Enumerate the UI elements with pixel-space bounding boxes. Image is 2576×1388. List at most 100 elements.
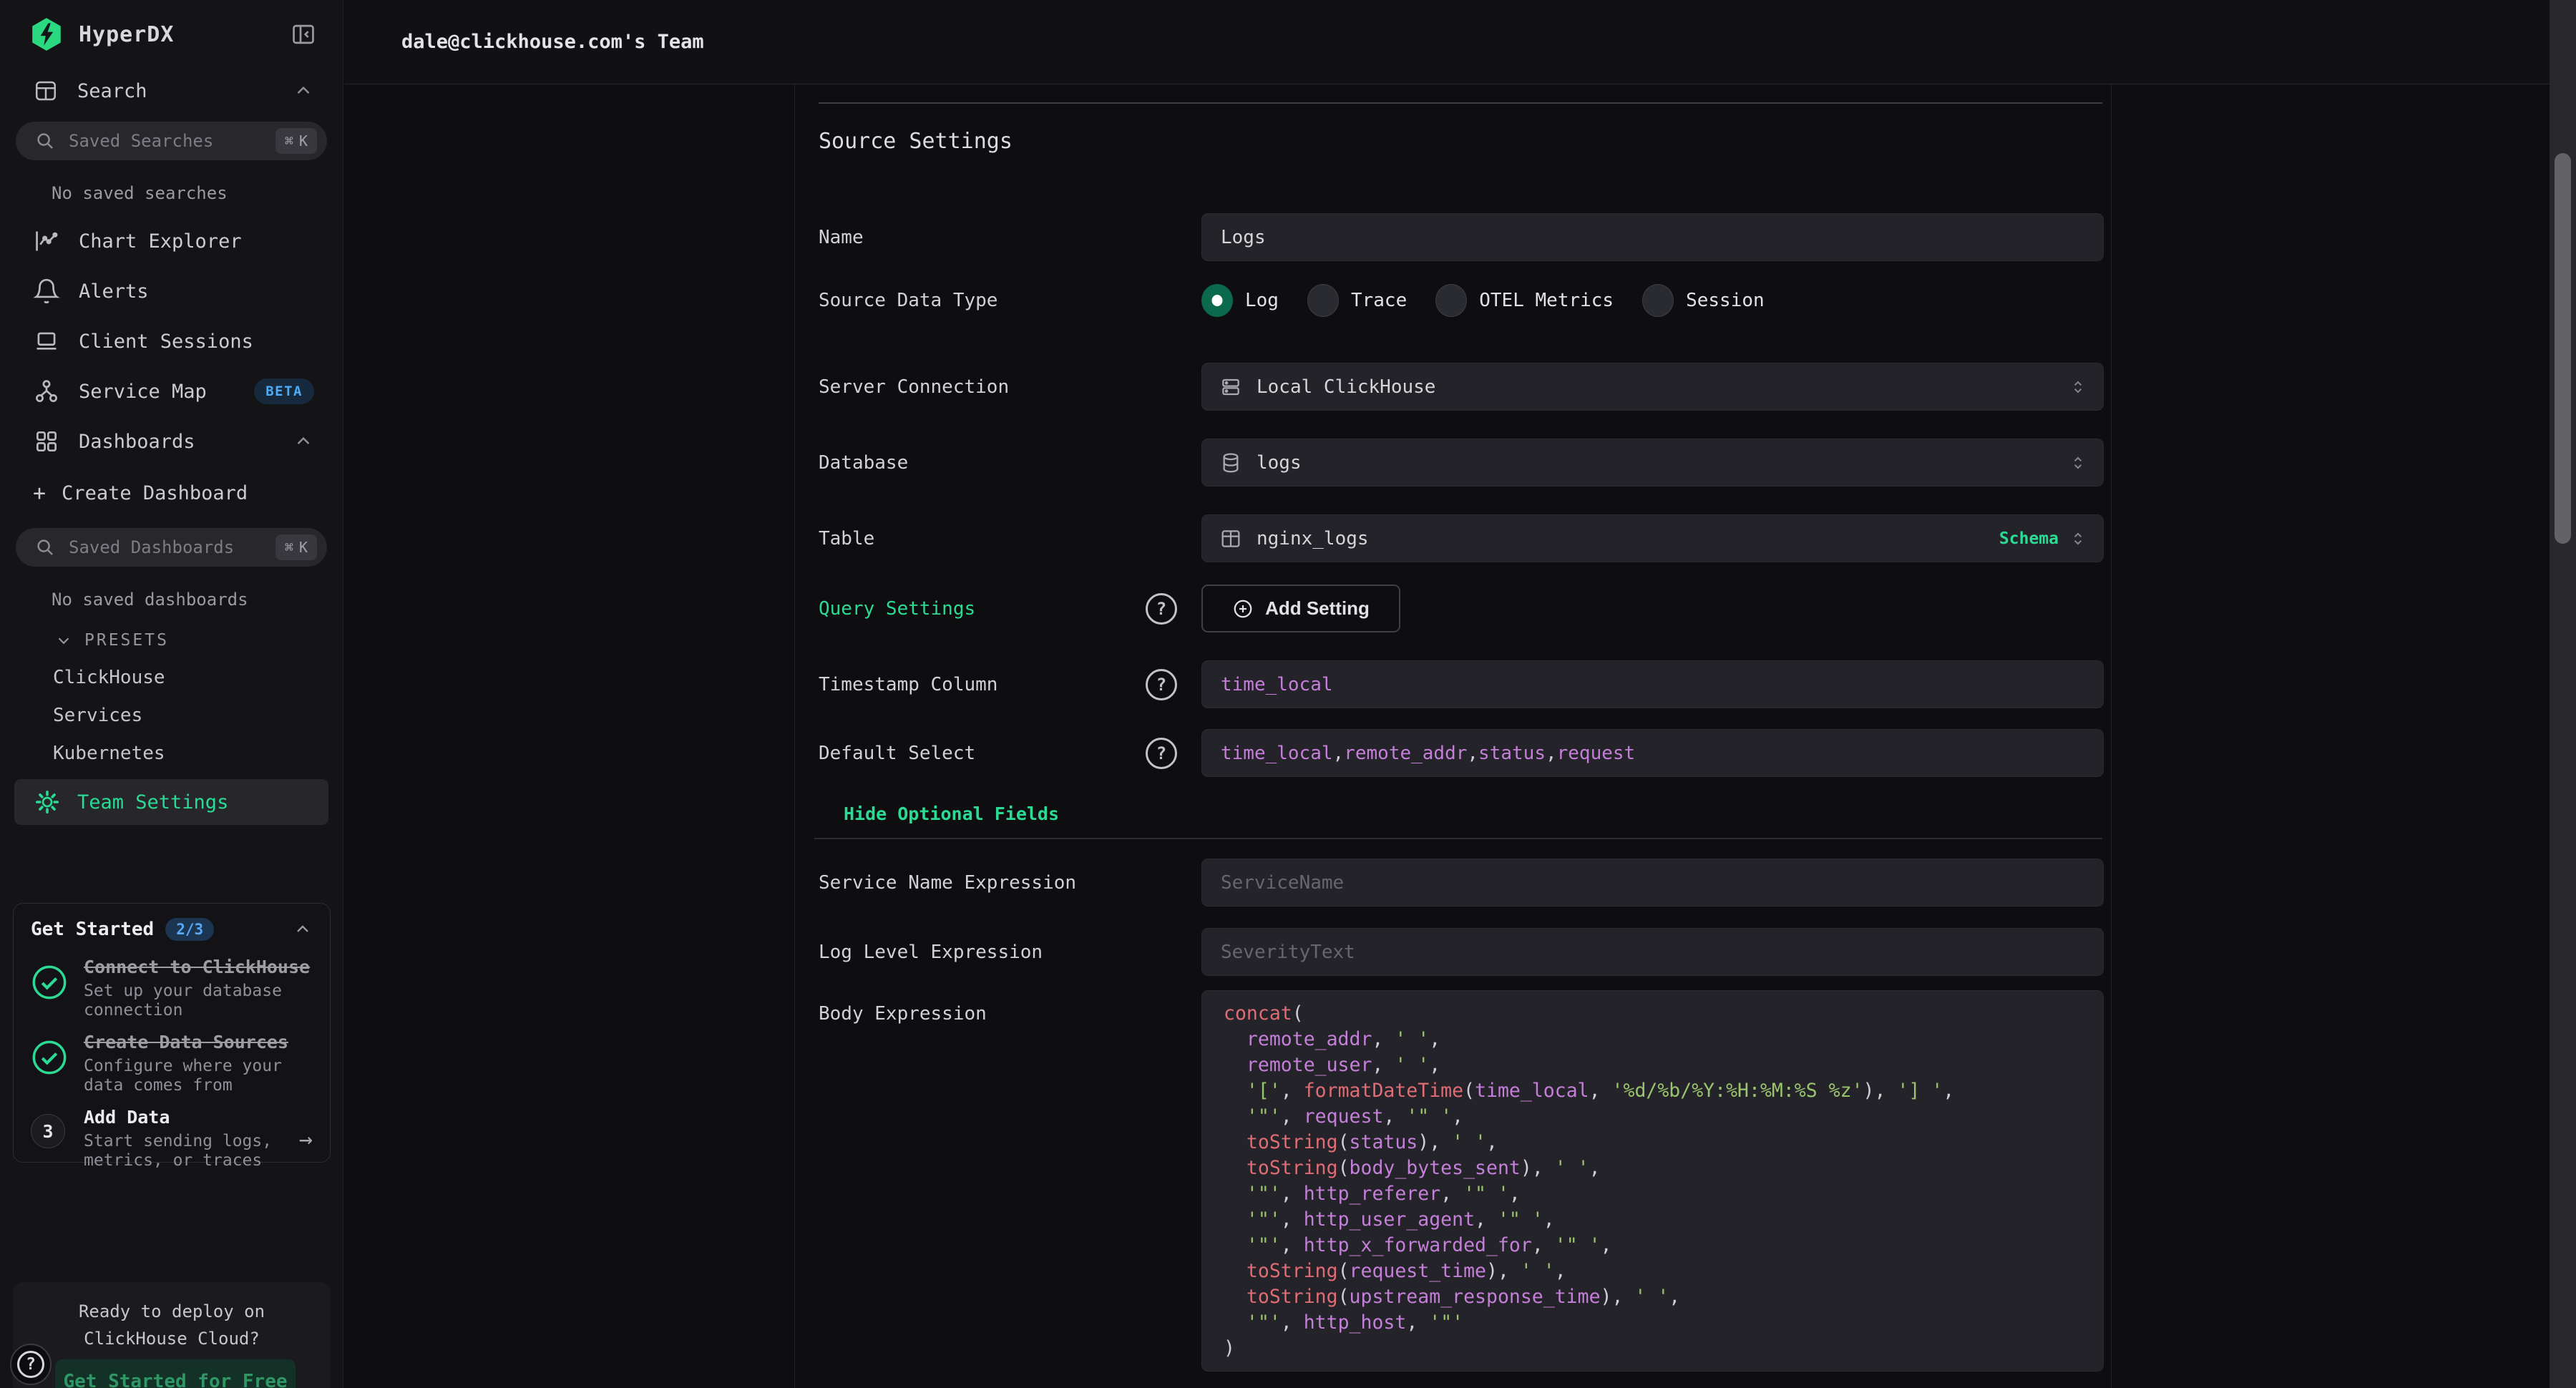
radio-log[interactable]: Log bbox=[1201, 284, 1279, 317]
radio-selected-icon[interactable] bbox=[1201, 284, 1233, 317]
query-settings-label: Query Settings bbox=[819, 598, 1146, 620]
service-name-expression-label: Service Name Expression bbox=[819, 872, 1146, 894]
name-input[interactable] bbox=[1201, 213, 2104, 261]
database-value: logs bbox=[1257, 452, 1302, 474]
server-connection-label: Server Connection bbox=[819, 376, 1146, 398]
arrow-right-icon[interactable]: → bbox=[299, 1125, 313, 1153]
section-divider bbox=[819, 102, 2102, 104]
table-icon bbox=[1219, 527, 1242, 550]
help-circle-icon[interactable]: ? bbox=[1146, 738, 1177, 769]
chevron-up-icon[interactable] bbox=[293, 80, 314, 102]
service-name-expression-input[interactable] bbox=[1201, 859, 2104, 906]
sidebar-item-chart-explorer[interactable]: Chart Explorer bbox=[0, 216, 343, 266]
form-row-source-data-type: Source Data Type Log Trace OTEL Metrics bbox=[819, 279, 2104, 322]
form-row-database: Database logs bbox=[819, 439, 2104, 487]
timestamp-column-input[interactable]: time_local bbox=[1201, 660, 2104, 708]
saved-dashboards-input[interactable]: Saved Dashboards ⌘ K bbox=[16, 528, 327, 567]
form-row-name: Name bbox=[819, 213, 2104, 261]
get-started-free-button[interactable]: Get Started for Free bbox=[55, 1359, 296, 1388]
help-circle-icon[interactable]: ? bbox=[1146, 593, 1177, 625]
shortcut-badge: ⌘ K bbox=[275, 128, 317, 154]
cmd-icon: ⌘ bbox=[285, 132, 293, 150]
service-map-icon bbox=[33, 378, 60, 405]
sidebar-item-alerts[interactable]: Alerts bbox=[0, 266, 343, 316]
hide-optional-fields-link[interactable]: Hide Optional Fields bbox=[844, 803, 1059, 824]
preset-item-clickhouse[interactable]: ClickHouse bbox=[0, 658, 343, 696]
select-chevrons-icon bbox=[2069, 529, 2087, 548]
get-started-title: Get Started bbox=[31, 919, 154, 940]
team-title: dale@clickhouse.com's Team bbox=[401, 31, 704, 53]
database-icon bbox=[1219, 451, 1242, 474]
add-setting-button[interactable]: Add Setting bbox=[1201, 585, 1400, 632]
bell-icon bbox=[33, 278, 60, 305]
page-title: Source Settings bbox=[819, 129, 1013, 154]
database-select[interactable]: logs bbox=[1201, 439, 2104, 487]
sidebar-section-dashboards[interactable]: Dashboards bbox=[0, 416, 343, 466]
form-row-table: Table nginx_logs Schema bbox=[819, 514, 2104, 562]
chevron-up-icon[interactable] bbox=[293, 919, 313, 939]
form-row-server-connection: Server Connection Local ClickHouse bbox=[819, 363, 2104, 411]
step-desc: Start sending logs, metrics, or traces bbox=[84, 1132, 299, 1170]
beta-badge: BETA bbox=[254, 378, 314, 404]
help-button[interactable]: ? bbox=[10, 1344, 52, 1385]
form-row-default-select: Default Select ? time_local, remote_addr… bbox=[819, 729, 2104, 777]
table-select[interactable]: nginx_logs Schema bbox=[1201, 514, 2104, 562]
presets-toggle[interactable]: PRESETS bbox=[0, 622, 343, 658]
form-row-body-expression: Body Expression concat( remote_addr, ' '… bbox=[819, 990, 2104, 1372]
logo-row: HyperDX bbox=[0, 0, 343, 69]
scrollbar-track bbox=[2550, 0, 2576, 1388]
create-dashboard-button[interactable]: + Create Dashboard bbox=[0, 466, 343, 519]
sidebar-item-label: Dashboards bbox=[79, 431, 195, 453]
check-circle-icon bbox=[31, 1039, 68, 1076]
question-mark-icon: ? bbox=[17, 1351, 44, 1378]
server-icon bbox=[1219, 376, 1242, 399]
sidebar-item-service-map[interactable]: Service Map BETA bbox=[0, 366, 343, 416]
hyperdx-logo-icon bbox=[29, 16, 64, 52]
source-data-type-radios: Log Trace OTEL Metrics Session bbox=[1201, 279, 2104, 322]
sidebar-item-client-sessions[interactable]: Client Sessions bbox=[0, 316, 343, 366]
collapse-sidebar-icon[interactable] bbox=[290, 21, 317, 48]
radio-otel-metrics[interactable]: OTEL Metrics bbox=[1435, 284, 1614, 317]
chevron-up-icon[interactable] bbox=[293, 431, 314, 452]
preset-item-kubernetes[interactable]: Kubernetes bbox=[0, 734, 343, 772]
get-started-card: Get Started 2/3 Connect to ClickHouse Se… bbox=[13, 903, 331, 1163]
select-chevrons-icon bbox=[2069, 454, 2087, 472]
plus-circle-icon bbox=[1232, 598, 1254, 620]
form-row-query-settings: Query Settings ? Add Setting bbox=[819, 585, 2104, 632]
check-circle-icon bbox=[31, 964, 68, 1001]
no-saved-dashboards-text: No saved dashboards bbox=[0, 578, 343, 622]
get-started-step-3[interactable]: 3 Add Data Start sending logs, metrics, … bbox=[31, 1107, 313, 1170]
sidebar-item-label: Client Sessions bbox=[79, 331, 253, 353]
sidebar-item-label: Alerts bbox=[79, 280, 149, 303]
server-connection-select[interactable]: Local ClickHouse bbox=[1201, 363, 2104, 411]
topbar: dale@clickhouse.com's Team bbox=[344, 0, 2550, 84]
radio-session[interactable]: Session bbox=[1642, 284, 1765, 317]
schema-button[interactable]: Schema bbox=[1999, 529, 2059, 548]
log-level-expression-label: Log Level Expression bbox=[819, 942, 1146, 963]
saved-searches-input[interactable]: Saved Searches ⌘ K bbox=[16, 122, 327, 160]
form-row-timestamp-column: Timestamp Column ? time_local bbox=[819, 660, 2104, 708]
server-connection-value: Local ClickHouse bbox=[1257, 376, 1435, 398]
sidebar-item-team-settings[interactable]: Team Settings bbox=[14, 779, 328, 825]
plus-icon: + bbox=[33, 481, 46, 506]
help-circle-icon[interactable]: ? bbox=[1146, 669, 1177, 700]
shortcut-badge: ⌘ K bbox=[275, 534, 317, 560]
sidebar-item-label: Service Map bbox=[79, 381, 207, 403]
radio-icon[interactable] bbox=[1642, 284, 1674, 317]
log-level-expression-input[interactable] bbox=[1201, 928, 2104, 976]
search-icon bbox=[34, 537, 56, 558]
default-select-input[interactable]: time_local, remote_addr, status, request bbox=[1201, 729, 2104, 777]
radio-trace[interactable]: Trace bbox=[1307, 284, 1407, 317]
source-settings-panel: Source Settings Name Source Data Type Lo… bbox=[794, 84, 2112, 1388]
radio-icon[interactable] bbox=[1307, 284, 1339, 317]
promo-text: Ready to deploy on ClickHouse Cloud? bbox=[13, 1298, 331, 1352]
preset-item-services[interactable]: Services bbox=[0, 696, 343, 734]
radio-icon[interactable] bbox=[1435, 284, 1467, 317]
table-label: Table bbox=[819, 528, 1146, 549]
scrollbar-thumb[interactable] bbox=[2555, 153, 2571, 544]
body-expression-editor[interactable]: concat( remote_addr, ' ', remote_user, '… bbox=[1201, 990, 2104, 1372]
saved-dashboards-placeholder: Saved Dashboards bbox=[69, 537, 275, 557]
sidebar-section-search[interactable]: Search bbox=[0, 69, 343, 113]
chevron-down-icon bbox=[54, 631, 73, 650]
default-select-label: Default Select bbox=[819, 743, 1146, 764]
